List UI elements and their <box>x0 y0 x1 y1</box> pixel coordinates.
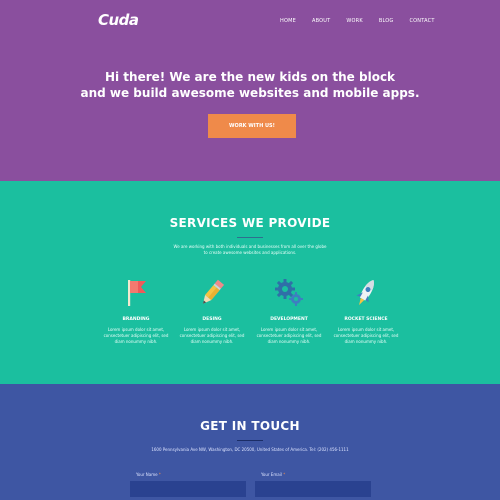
contact-section: GET IN TOUCH 1600 Pennsylvania Ave NW, W… <box>0 384 500 500</box>
required-mark: * <box>283 472 286 477</box>
rocket-icon <box>356 280 374 306</box>
hero-line-1: Hi there! We are the new kids on the blo… <box>104 70 396 84</box>
services-section: SERVICES WE PROVIDE We are working with … <box>0 181 500 384</box>
contact-divider <box>237 440 263 441</box>
services-title: SERVICES WE PROVIDE <box>169 216 331 230</box>
flag-icon <box>128 280 146 306</box>
hero-headline: Hi there! We are the new kids on the blo… <box>0 69 500 101</box>
gears-icon <box>275 279 303 306</box>
nav-item-contact[interactable]: CONTACT <box>409 18 434 24</box>
nav-item-about[interactable]: ABOUT <box>312 18 330 24</box>
service-rocket-science: ROCKET SCIENCE Lorem ipsum dolor sit ame… <box>321 276 411 345</box>
services-description: We are working with both individuals and… <box>0 244 500 256</box>
pencil-icon <box>203 279 225 304</box>
name-field-label: Your Name * <box>136 472 161 477</box>
services-desc-line-2: to create awesome websites and applicati… <box>203 250 297 255</box>
email-field-label: Your Email * <box>261 472 286 477</box>
required-mark: * <box>158 472 161 477</box>
services-divider <box>237 237 263 238</box>
nav-item-home[interactable]: HOME <box>280 18 296 24</box>
nav-item-work[interactable]: WORK <box>346 18 362 24</box>
contact-address: 1600 Pennsylvania Ave NW, Washington, DC… <box>151 447 349 452</box>
nav-item-blog[interactable]: BLOG <box>379 18 394 24</box>
service-desc: Lorem ipsum dolor sit amet, consectetuer… <box>333 327 399 344</box>
service-title: ROCKET SCIENCE <box>344 317 388 322</box>
hero-section: Cuda HOME ABOUT WORK BLOG CONTACT Hi the… <box>0 0 500 181</box>
email-input[interactable] <box>255 481 371 497</box>
name-input[interactable] <box>130 481 246 497</box>
contact-title: GET IN TOUCH <box>200 419 300 433</box>
logo[interactable]: Cuda <box>98 11 139 29</box>
main-nav: HOME ABOUT WORK BLOG CONTACT <box>280 18 451 24</box>
hero-line-2: and we build awesome websites and mobile… <box>80 86 420 100</box>
work-with-us-button[interactable]: WORK WITH US! <box>208 114 296 138</box>
